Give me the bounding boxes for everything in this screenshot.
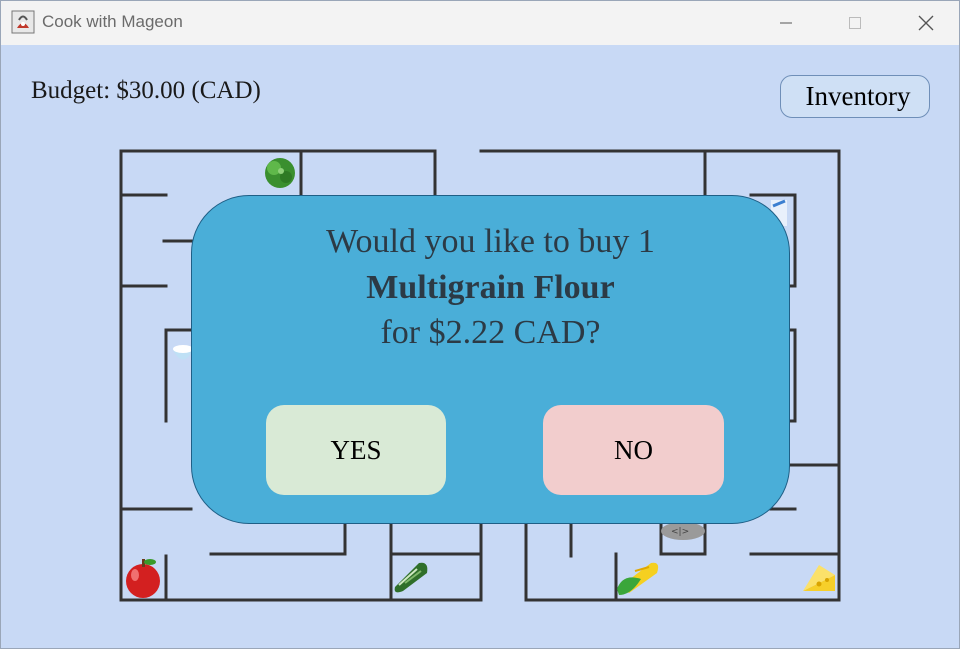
corn-icon (617, 562, 659, 595)
fish-icon: <|> (661, 522, 705, 540)
purchase-question: Would you like to buy 1 (326, 223, 655, 260)
cheese-icon (803, 565, 835, 591)
item-name: Multigrain Flour (366, 269, 615, 306)
svg-text:<|>: <|> (671, 527, 689, 537)
purchase-dialog: Would you like to buy 1 Multigrain Flour… (191, 195, 790, 524)
apple-icon (126, 559, 160, 598)
item-price: for $2.22 CAD? (380, 314, 601, 351)
cucumber-icon (394, 562, 428, 593)
no-button[interactable]: NO (543, 405, 724, 495)
lettuce-icon (265, 158, 295, 188)
rice-bowl-icon (173, 345, 193, 360)
game-window: Cook with Mageon Budget: $30.00 (CAD) In… (0, 0, 960, 649)
yes-button[interactable]: YES (266, 405, 446, 495)
